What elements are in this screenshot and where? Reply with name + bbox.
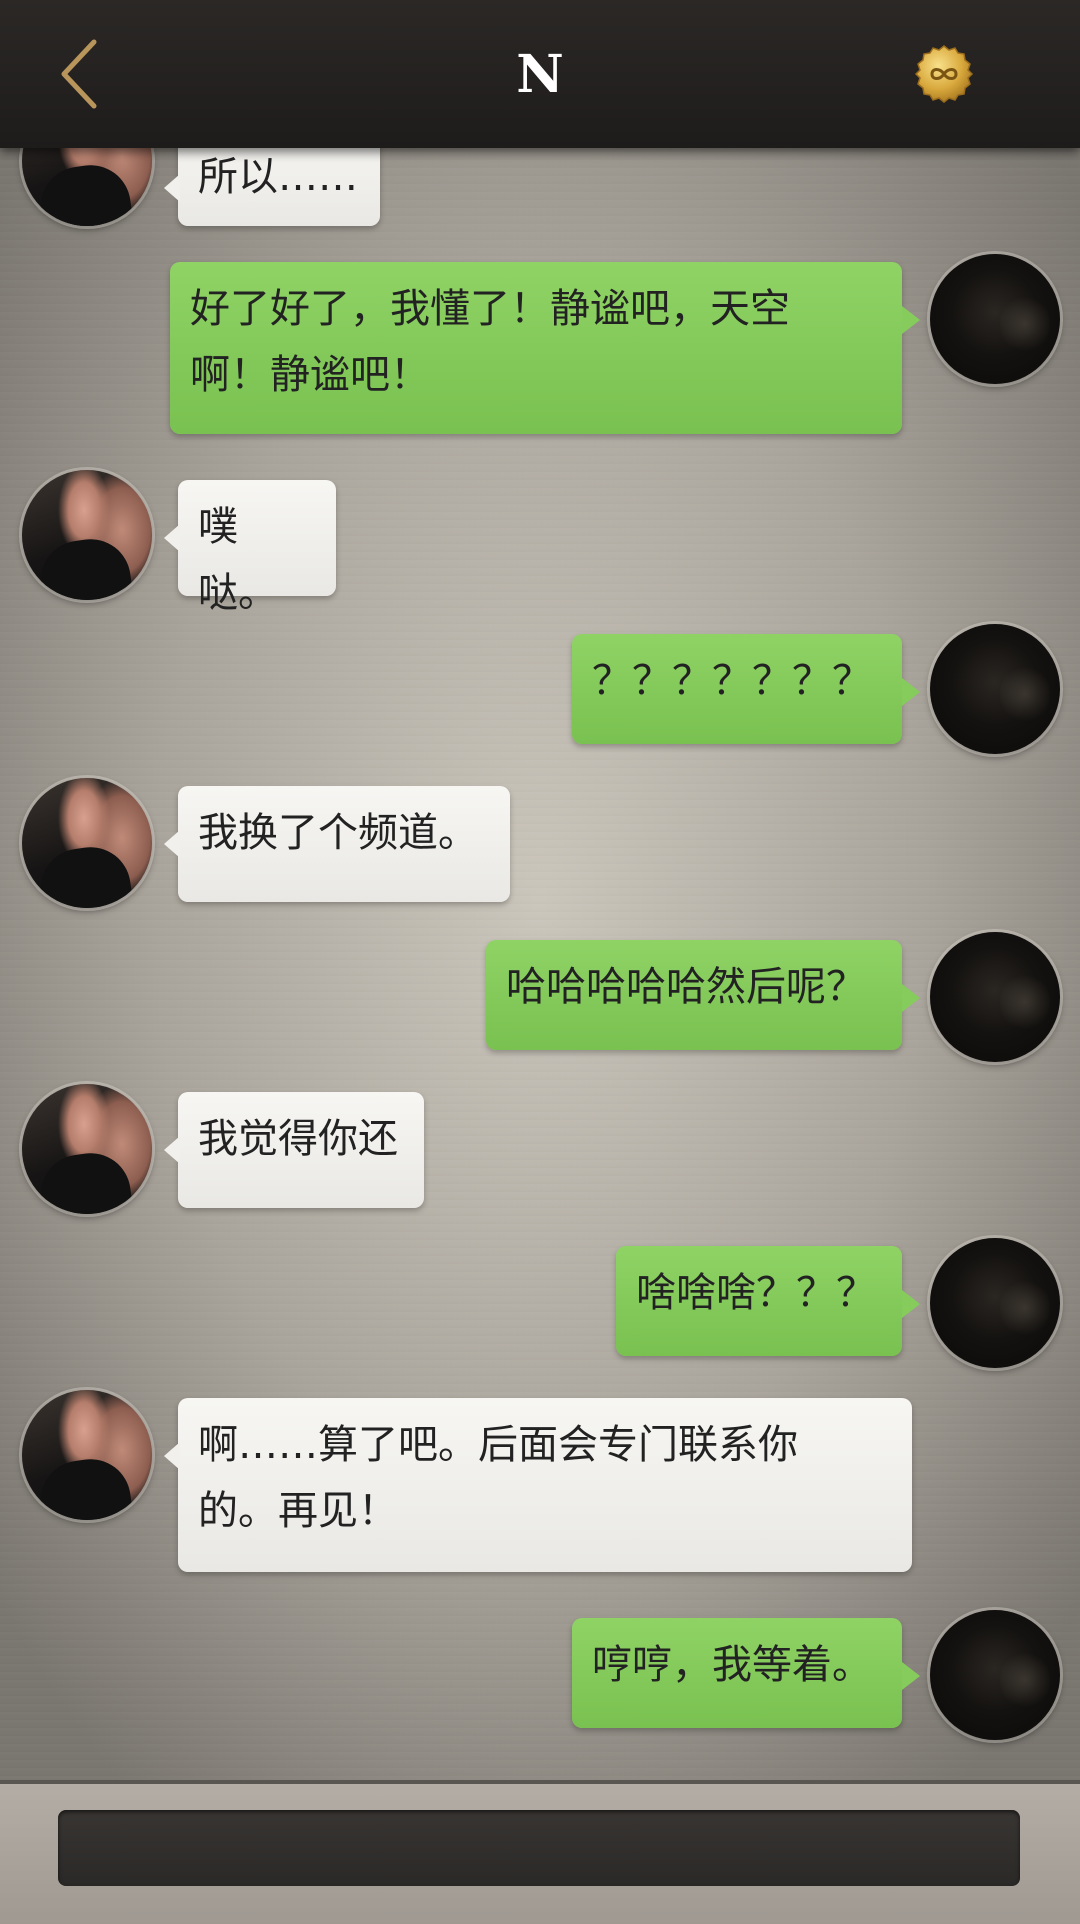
incoming-message: 啊……算了吧。后面会专门联系你 的。再见！ — [164, 1398, 912, 1572]
outgoing-message: 好了好了，我懂了！静谧吧，天空 啊！静谧吧！ — [170, 262, 920, 434]
coin-button[interactable] — [914, 44, 974, 104]
infinity-coin-icon — [914, 45, 974, 103]
chat-header: N — [0, 0, 1080, 148]
outgoing-message: ？？？？？？？ — [572, 634, 920, 744]
incoming-message: 噗哒。 — [164, 480, 336, 616]
outgoing-message: 哼哼，我等着。 — [572, 1618, 920, 1728]
my-avatar[interactable] — [930, 1610, 1060, 1740]
incoming-message: 我觉得你还 — [164, 1092, 424, 1208]
outgoing-message: 啥啥啥？？？ — [616, 1246, 920, 1356]
message-input[interactable] — [58, 1810, 1020, 1886]
incoming-message: 我换了个频道。 — [164, 786, 510, 902]
contact-avatar[interactable] — [22, 778, 152, 908]
my-avatar[interactable] — [930, 932, 1060, 1062]
contact-avatar[interactable] — [22, 1390, 152, 1520]
contact-avatar[interactable] — [22, 1084, 152, 1214]
my-avatar[interactable] — [930, 1238, 1060, 1368]
my-avatar[interactable] — [930, 624, 1060, 754]
outgoing-message: 哈哈哈哈哈然后呢？ — [486, 940, 920, 1050]
contact-avatar[interactable] — [22, 470, 152, 600]
my-avatar[interactable] — [930, 254, 1060, 384]
